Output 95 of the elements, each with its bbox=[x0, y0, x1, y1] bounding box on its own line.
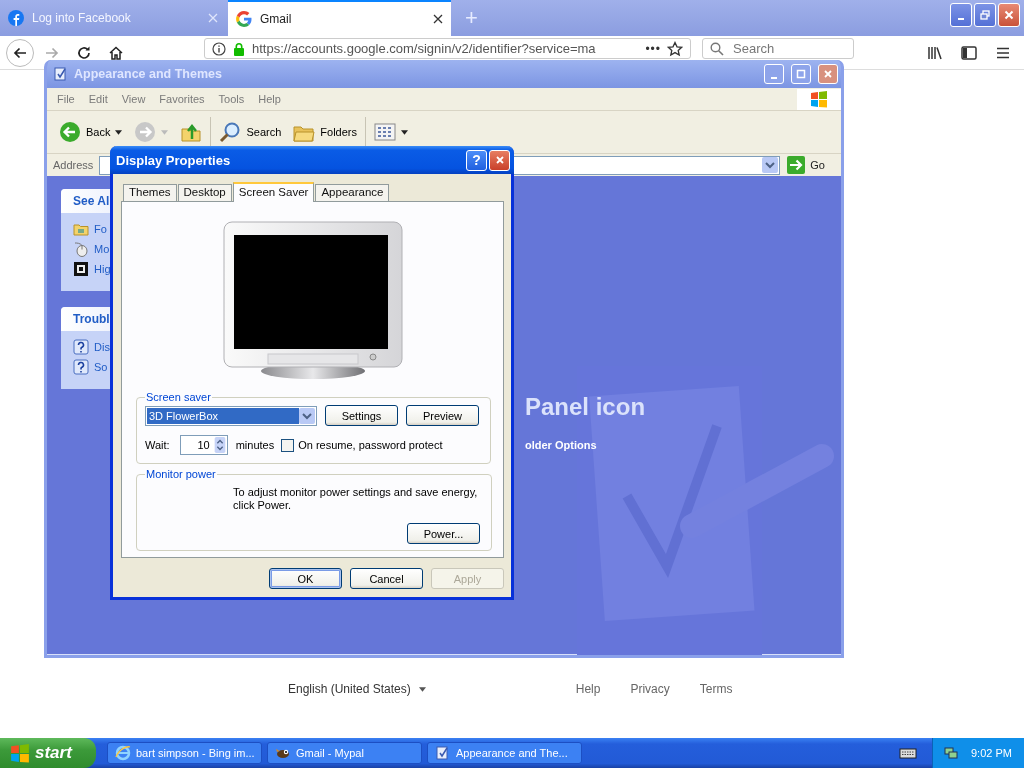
lock-icon bbox=[232, 41, 246, 56]
close-icon bbox=[823, 69, 833, 79]
tab[interactable]: Themes bbox=[123, 184, 177, 201]
footer-link[interactable]: Privacy bbox=[630, 682, 670, 696]
menu-item[interactable]: View bbox=[121, 93, 153, 105]
views-icon bbox=[374, 121, 396, 143]
search-icon bbox=[219, 121, 242, 143]
restore-button[interactable] bbox=[974, 3, 996, 27]
menu-item[interactable]: File bbox=[57, 93, 82, 105]
checkbox-label: On resume, password protect bbox=[298, 439, 443, 451]
close-tab-icon[interactable] bbox=[433, 14, 443, 24]
menu-item[interactable]: Help bbox=[258, 93, 288, 105]
taskbar-button[interactable]: bart simpson - Bing im... bbox=[107, 742, 262, 764]
caret-icon bbox=[401, 129, 408, 135]
footer-link[interactable]: Help bbox=[575, 682, 601, 696]
panel-link[interactable]: Mo bbox=[94, 243, 110, 255]
clock: 9:02 PM bbox=[971, 747, 1012, 759]
maximize-icon bbox=[796, 69, 806, 79]
close-icon bbox=[494, 155, 505, 165]
caret-icon bbox=[161, 129, 169, 135]
bookmark-star-icon[interactable] bbox=[667, 40, 683, 57]
group-label: Screen saver bbox=[145, 391, 212, 403]
wait-label: Wait: bbox=[145, 439, 170, 451]
tab[interactable]: Appearance bbox=[315, 184, 390, 201]
footer-link[interactable]: Terms bbox=[699, 682, 733, 696]
address-label: Address bbox=[53, 159, 94, 171]
panel-title: Troubl bbox=[73, 312, 110, 326]
screen-saver-dropdown[interactable]: 3D FlowerBox bbox=[145, 405, 317, 426]
power-button[interactable]: Power... bbox=[407, 523, 480, 544]
language-select[interactable]: English (United States) bbox=[288, 682, 426, 696]
help-icon bbox=[73, 359, 89, 375]
page-heading: Panel icon bbox=[525, 393, 646, 421]
minimize-button[interactable] bbox=[950, 3, 972, 27]
taskbar-button[interactable]: Gmail - Mypal bbox=[267, 742, 422, 764]
dialog-title: Display Properties bbox=[116, 152, 231, 168]
menu-item[interactable]: Edit bbox=[88, 93, 115, 105]
group-label: Monitor power bbox=[145, 468, 217, 480]
panel-title: See Al bbox=[73, 194, 110, 208]
panel-link[interactable]: Dis bbox=[94, 341, 110, 353]
facebook-icon bbox=[8, 10, 24, 26]
close-button[interactable] bbox=[998, 3, 1020, 27]
search-field[interactable]: Search bbox=[702, 38, 854, 59]
reload-icon[interactable] bbox=[76, 44, 92, 61]
help-button[interactable]: ? bbox=[466, 149, 487, 171]
windows-logo-icon bbox=[10, 743, 30, 763]
go-button[interactable]: Go bbox=[787, 156, 835, 174]
dialog-button[interactable]: Cancel bbox=[350, 568, 423, 589]
folder-icon bbox=[73, 221, 89, 237]
spinner-arrows-icon[interactable] bbox=[213, 437, 226, 453]
windows-logo-icon bbox=[810, 90, 828, 108]
dialog-button[interactable]: OK bbox=[269, 568, 342, 589]
minimize-icon bbox=[771, 77, 777, 79]
home-icon[interactable] bbox=[108, 44, 124, 61]
checkbox[interactable] bbox=[281, 438, 295, 452]
go-arrow-icon bbox=[787, 156, 806, 174]
help-icon bbox=[73, 339, 89, 355]
taskbar-button[interactable]: Appearance and The... bbox=[427, 742, 582, 764]
control-panel-link[interactable]: older Options bbox=[525, 439, 597, 451]
menu-item[interactable]: Favorites bbox=[159, 93, 212, 105]
panel-link[interactable]: Hig bbox=[94, 263, 111, 275]
control-panel-icon bbox=[53, 66, 69, 82]
power-description: To adjust monitor power settings and save energy, click Power. bbox=[233, 486, 479, 512]
google-icon bbox=[236, 11, 252, 27]
window-title: Appearance and Themes bbox=[74, 67, 222, 81]
url-field[interactable]: https://accounts.google.com/signin/v2/identifier?service=ma ••• bbox=[204, 38, 691, 59]
panel-link[interactable]: So bbox=[94, 361, 108, 373]
close-icon bbox=[1004, 10, 1014, 20]
mouse-icon bbox=[73, 241, 89, 257]
search-button[interactable]: Search bbox=[215, 117, 286, 147]
keyboard-icon[interactable] bbox=[899, 747, 917, 759]
panel-link[interactable]: Fo bbox=[94, 223, 107, 235]
caret-icon bbox=[115, 129, 123, 135]
close-button[interactable] bbox=[818, 64, 838, 84]
minutes-label: minutes bbox=[235, 439, 275, 451]
preview-button[interactable]: Preview bbox=[406, 405, 479, 426]
globe-e-icon bbox=[115, 745, 131, 761]
browser-tab[interactable]: Gmail bbox=[228, 0, 451, 36]
tab[interactable]: Desktop bbox=[177, 184, 232, 201]
page-actions-button[interactable]: ••• bbox=[645, 41, 661, 56]
menu-item[interactable]: Tools bbox=[218, 93, 252, 105]
back-button[interactable]: Back bbox=[55, 117, 127, 147]
minimize-icon bbox=[958, 18, 964, 20]
start-button[interactable]: start bbox=[0, 738, 96, 768]
wait-spinner[interactable]: 10 bbox=[179, 435, 228, 455]
search-icon bbox=[710, 42, 724, 56]
settings-button[interactable]: Settings bbox=[325, 405, 398, 426]
info-icon[interactable] bbox=[212, 41, 226, 56]
restore-icon bbox=[980, 10, 990, 20]
tab[interactable]: Screen Saver bbox=[232, 182, 315, 202]
control-panel-icon bbox=[435, 745, 451, 761]
contrast-icon bbox=[73, 261, 89, 277]
caret-icon bbox=[418, 686, 426, 692]
network-icon[interactable] bbox=[943, 745, 959, 761]
sidebar-icon[interactable] bbox=[960, 43, 978, 62]
close-button[interactable] bbox=[489, 149, 510, 171]
